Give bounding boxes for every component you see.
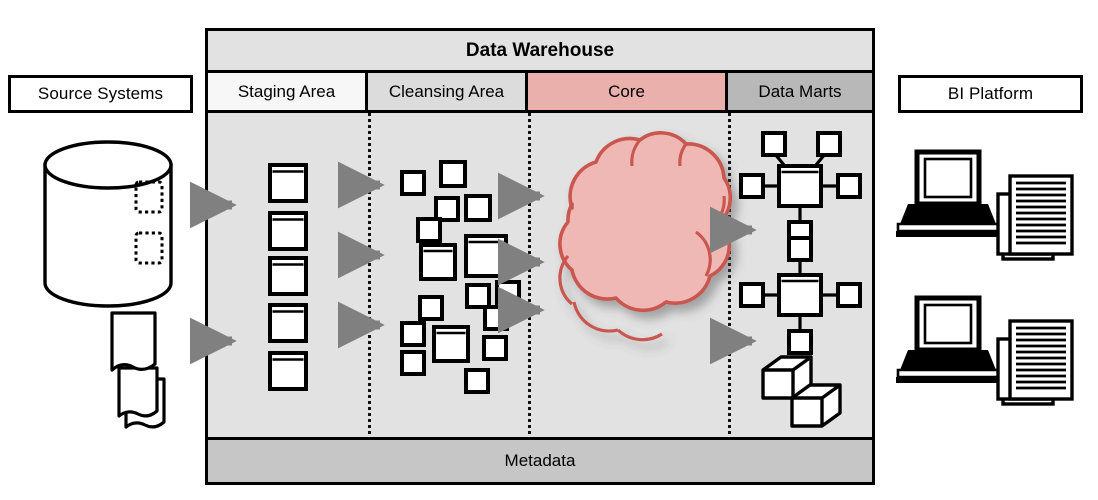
zone-header-data-marts-text: Data Marts [758, 81, 842, 101]
zone-divider-cleansing-core [528, 113, 531, 440]
zone-header-cleansing-area: Cleansing Area [368, 73, 528, 110]
data-warehouse-frame: Data Warehouse Staging Area Cleansing Ar… [205, 28, 875, 485]
laptop-icon [896, 295, 1000, 383]
metadata-band: Metadata [208, 437, 872, 482]
report-document-icon [996, 174, 1074, 261]
zone-header-data-marts: Data Marts [728, 73, 872, 110]
zone-header-staging-area: Staging Area [208, 73, 368, 110]
source-systems-label: Source Systems [8, 75, 193, 113]
data-warehouse-body [208, 113, 872, 440]
data-warehouse-title-text: Data Warehouse [465, 39, 615, 61]
zone-header-row: Staging Area Cleansing Area Core Data Ma… [208, 73, 872, 113]
zone-header-cleansing-area-text: Cleansing Area [388, 81, 505, 101]
zone-divider-core-datamarts [728, 113, 731, 440]
document-stack-icon [110, 311, 166, 429]
report-document-icon [996, 319, 1074, 406]
database-cylinder-icon [43, 140, 173, 308]
zone-header-core-text: Core [608, 81, 645, 101]
bi-platform-label: BI Platform [898, 75, 1083, 113]
source-systems-text: Source Systems [37, 84, 164, 103]
data-warehouse-title: Data Warehouse [208, 31, 872, 73]
laptop-icon [896, 149, 1000, 237]
zone-divider-staging-cleansing [368, 113, 371, 440]
metadata-text: Metadata [504, 451, 576, 470]
diagram-canvas: Source Systems BI Platform Data Warehous… [0, 0, 1098, 500]
zone-header-core: Core [528, 73, 728, 110]
zone-header-staging-area-text: Staging Area [237, 81, 336, 101]
bi-platform-text: BI Platform [947, 84, 1034, 103]
